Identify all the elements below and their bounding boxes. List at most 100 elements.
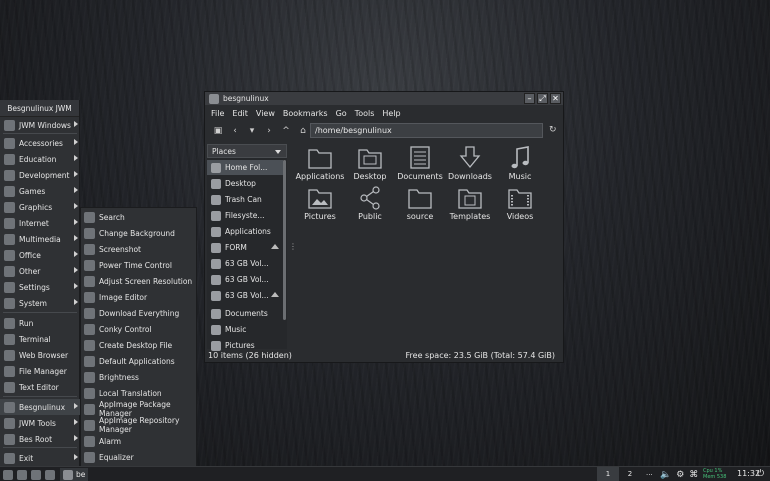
submenu-item-alarm[interactable]: Alarm [81,433,198,449]
file-item[interactable]: Templates [445,184,495,224]
submenu-item-appimage-repository-manager[interactable]: AppImage Repository Manager [81,416,198,434]
back-button[interactable]: ‹ [230,126,240,136]
gear-icon[interactable]: ⚙ [676,470,684,480]
file-item[interactable]: Music [495,144,545,184]
file-item[interactable]: Public [345,184,395,224]
apps-grid-icon[interactable] [17,469,27,480]
place-item[interactable]: 63 GB Vol... [207,288,283,303]
menu-item-internet[interactable]: Internet [0,215,80,231]
chevron-right-icon [74,171,78,177]
submenu-item-create-desktop-file[interactable]: Create Desktop File [81,337,198,353]
menu-item-file-manager[interactable]: File Manager [0,363,80,379]
menu-item-system[interactable]: System [0,295,80,311]
desktop-1-button[interactable]: 1 [597,467,619,481]
submenu-item-appimage-package-manager[interactable]: AppImage Package Manager [81,400,198,418]
menu-item-web-browser[interactable]: Web Browser [0,347,80,363]
network-icon[interactable]: ⌘ [689,470,698,480]
place-item[interactable]: Documents [207,306,283,321]
home-button[interactable]: ⌂ [298,126,308,136]
text-editor-icon [4,381,15,393]
menu-item-jwm-windows[interactable]: JWM Windows [0,117,80,133]
menu-item-other[interactable]: Other [0,263,80,279]
eject-icon[interactable] [271,292,279,297]
menu-item-settings[interactable]: Settings [0,279,80,295]
chevron-right-icon [74,203,78,209]
computer-icon[interactable]: ▣ [213,126,223,136]
up-button[interactable]: ^ [281,126,291,136]
submenu-item-screenshot[interactable]: Screenshot [81,241,198,257]
menu-file[interactable]: File [211,109,224,118]
menu-item-besgnulinux[interactable]: Besgnulinux [0,399,80,415]
desktop-2-button[interactable]: 2 [619,467,641,481]
close-button[interactable]: ✕ [550,93,561,104]
place-item[interactable]: Trash Can [207,192,283,207]
place-item[interactable]: Desktop [207,176,283,191]
menu-go[interactable]: Go [336,109,347,118]
places-dropdown[interactable]: Places [207,144,287,158]
place-item[interactable]: 63 GB Vol... [207,256,283,271]
place-item[interactable]: Filesyste... [207,208,283,223]
submenu-item-equalizer[interactable]: Equalizer [81,449,198,465]
place-item[interactable]: Home Fol... [207,160,283,175]
menu-item-jwm-tools[interactable]: JWM Tools [0,415,80,431]
file-item[interactable]: Downloads [445,144,495,184]
submenu-item-local-translation[interactable]: Local Translation [81,385,198,401]
menu-view[interactable]: View [256,109,275,118]
shield-icon[interactable] [31,469,41,480]
submenu-item-label: Brightness [99,372,139,382]
share-icon [360,186,380,210]
menu-help[interactable]: Help [382,109,400,118]
menu-item-office[interactable]: Office [0,247,80,263]
place-item[interactable]: 63 GB Vol... [207,272,283,287]
history-dropdown-button[interactable]: ▾ [247,126,257,136]
submenu-item-adjust-screen-resolution[interactable]: Adjust Screen Resolution [81,273,198,289]
places-scrollbar[interactable] [283,160,286,320]
task-button[interactable]: be [60,468,89,481]
menu-item-graphics[interactable]: Graphics [0,199,80,215]
power-icon[interactable]: ⏻ [757,469,764,479]
minimize-button[interactable]: – [524,93,535,104]
menu-launcher-icon[interactable] [3,469,13,480]
submenu-item-change-background[interactable]: Change Background [81,225,198,241]
submenu-item-conky-control[interactable]: Conky Control [81,321,198,337]
menu-item-exit[interactable]: Exit [0,450,80,466]
file-item[interactable]: Documents [395,144,445,184]
file-item[interactable]: Videos [495,184,545,224]
menu-item-terminal[interactable]: Terminal [0,331,80,347]
submenu-item-search[interactable]: Search [81,209,198,225]
place-item[interactable]: Applications [207,224,283,239]
menu-item-text-editor[interactable]: Text Editor [0,379,80,395]
file-item[interactable]: Desktop [345,144,395,184]
window-titlebar[interactable]: besgnulinux – ⤢ ✕ [205,92,563,105]
file-item[interactable]: source [395,184,445,224]
menu-item-multimedia[interactable]: Multimedia [0,231,80,247]
submenu-item-power-time-control[interactable]: Power Time Control [81,257,198,273]
submenu-item-label: Screenshot [99,244,141,254]
menu-bookmarks[interactable]: Bookmarks [283,109,328,118]
submenu-item-image-editor[interactable]: Image Editor [81,289,198,305]
reload-button[interactable]: ↻ [549,125,557,135]
place-item[interactable]: Music [207,322,283,337]
forward-button[interactable]: › [264,126,274,136]
eject-icon[interactable] [271,244,279,249]
menu-item-education[interactable]: Education [0,151,80,167]
menu-item-accessories[interactable]: Accessories [0,135,80,151]
file-item[interactable]: Applications [295,144,345,184]
submenu-item-brightness[interactable]: Brightness [81,369,198,385]
place-item[interactable]: FORM [207,240,283,255]
settings-icon [4,281,15,293]
menu-item-development[interactable]: Development [0,167,80,183]
submenu-item-download-everything[interactable]: Download Everything [81,305,198,321]
menu-item-bes-root[interactable]: Bes Root [0,431,80,447]
menu-edit[interactable]: Edit [232,109,248,118]
volume-icon[interactable]: 🔈 [660,470,671,480]
menu-item-run[interactable]: Run [0,315,80,331]
file-item[interactable]: Pictures [295,184,345,224]
place-label: Filesyste... [225,211,265,220]
folder-icon[interactable] [45,469,55,480]
address-bar[interactable]: /home/besgnulinux [310,123,543,138]
maximize-button[interactable]: ⤢ [537,93,548,104]
menu-tools[interactable]: Tools [355,109,375,118]
menu-item-games[interactable]: Games [0,183,80,199]
submenu-item-default-applications[interactable]: Default Applications [81,353,198,369]
